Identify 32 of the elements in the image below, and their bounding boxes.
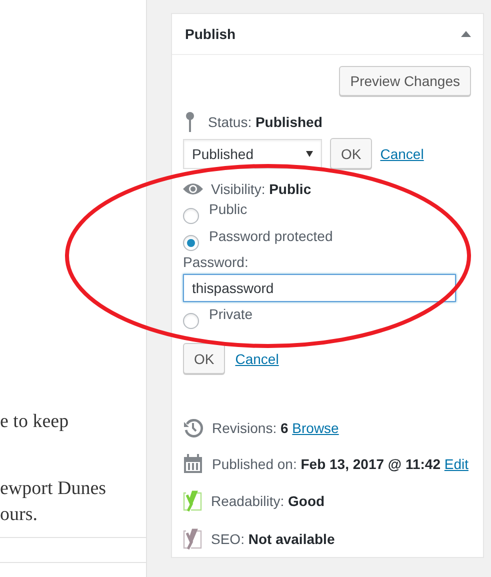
ok-button[interactable]: OK bbox=[183, 343, 226, 374]
caret-icon bbox=[306, 150, 313, 156]
body-text: ours. bbox=[0, 504, 38, 526]
status-select[interactable]: Published bbox=[183, 138, 322, 168]
meta-text: Published on: Feb 13, 2017 @ 11:42 Edit bbox=[212, 456, 468, 472]
cancel-link[interactable]: Cancel bbox=[380, 146, 424, 162]
password-field[interactable]: thispassword bbox=[183, 274, 456, 302]
radio-button[interactable] bbox=[183, 208, 199, 224]
body-text: ewport Dunes bbox=[0, 478, 108, 500]
collapse-icon[interactable] bbox=[461, 31, 471, 37]
ok-button[interactable]: OK bbox=[330, 138, 372, 169]
history-icon bbox=[183, 418, 203, 438]
visibility-text: Visibility: Public bbox=[211, 181, 312, 197]
radio-label: Public bbox=[209, 201, 248, 217]
meta-link[interactable]: Browse bbox=[292, 420, 339, 436]
meta-text: Readability: Good bbox=[211, 493, 325, 509]
radio-button[interactable] bbox=[183, 235, 199, 251]
meta-link[interactable]: Edit bbox=[444, 456, 468, 472]
password-label: Password: bbox=[183, 254, 248, 270]
preview-button[interactable]: Preview Changes bbox=[339, 66, 471, 96]
meta-text: SEO: Not available bbox=[211, 531, 335, 547]
radio-label: Private bbox=[209, 306, 253, 322]
radio-label: Password protected bbox=[209, 228, 333, 244]
box-title: Publish bbox=[185, 26, 236, 42]
cancel-link[interactable]: Cancel bbox=[235, 350, 279, 366]
radio-button[interactable] bbox=[183, 313, 199, 329]
body-text: e to keep bbox=[0, 411, 70, 433]
pin-icon bbox=[186, 112, 194, 132]
eye-icon bbox=[183, 182, 203, 196]
calendar-icon bbox=[183, 454, 203, 474]
meta-text: Revisions: 6 Browse bbox=[212, 420, 339, 436]
status-text: Status: Published bbox=[208, 114, 322, 130]
